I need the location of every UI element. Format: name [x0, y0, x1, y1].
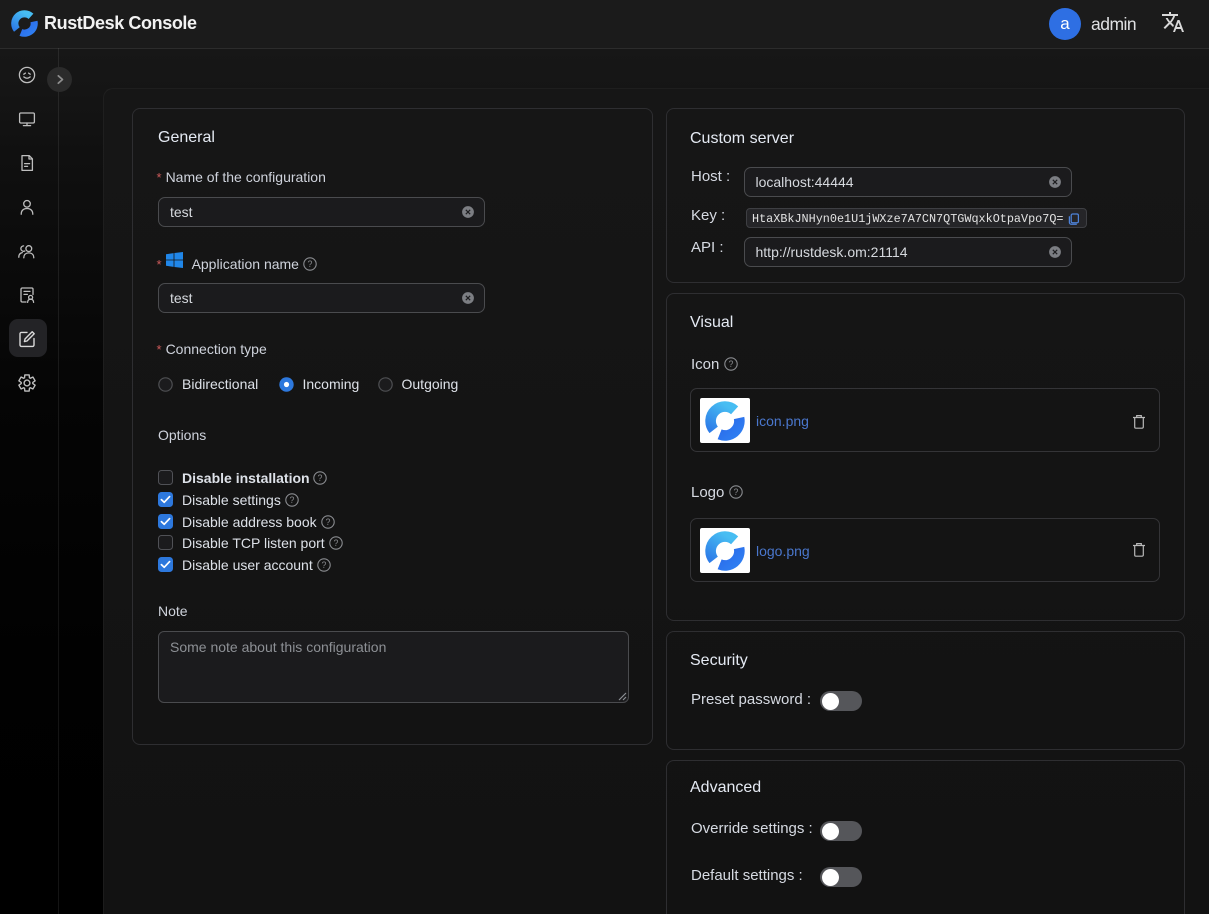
svg-text:?: ?	[733, 487, 738, 497]
svg-text:?: ?	[318, 473, 323, 483]
svg-text:?: ?	[325, 517, 330, 527]
svg-text:?: ?	[307, 259, 312, 269]
svg-text:?: ?	[333, 538, 338, 548]
svg-text:?: ?	[728, 359, 733, 369]
svg-text:?: ?	[321, 560, 326, 570]
svg-text:?: ?	[289, 495, 294, 505]
